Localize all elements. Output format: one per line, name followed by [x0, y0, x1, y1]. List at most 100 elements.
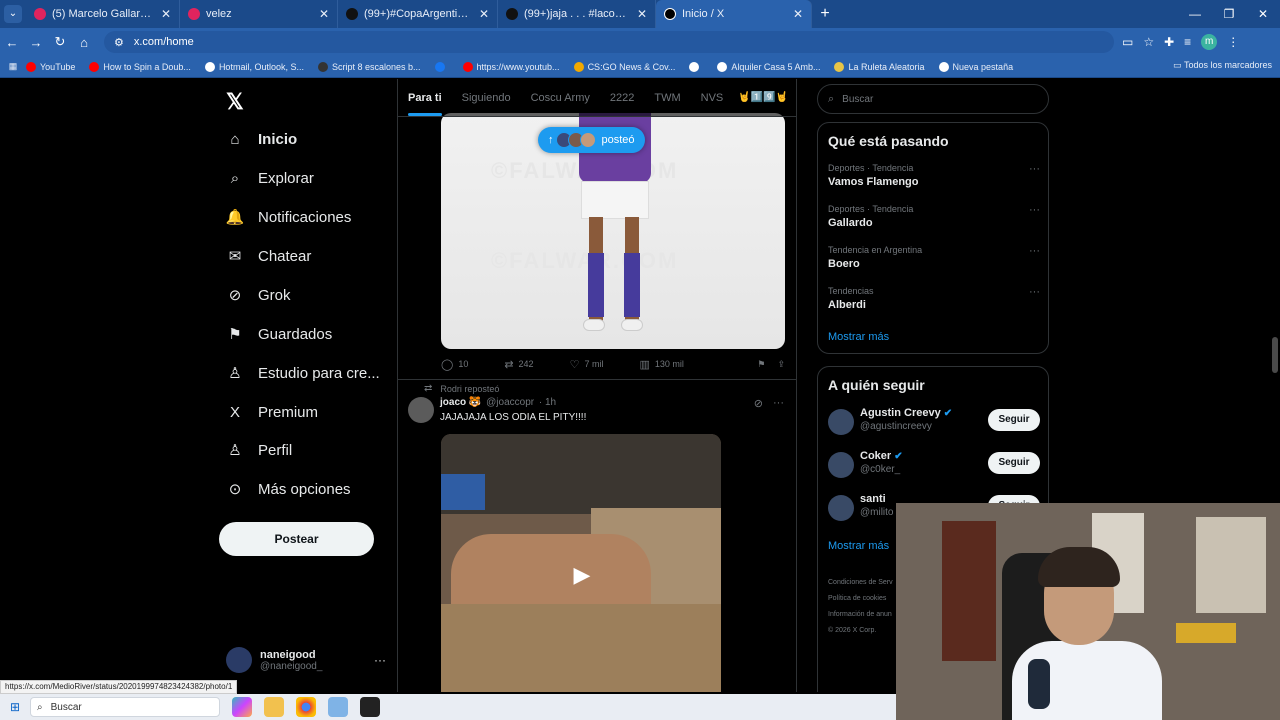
bookmark-item[interactable]: Hotmail, Outlook, S... [204, 61, 304, 72]
more-icon[interactable]: ··· [1029, 286, 1040, 298]
bookmark-item[interactable]: How to Spin a Doub... [89, 61, 191, 72]
new-tab-button[interactable]: + [812, 5, 838, 23]
footer-link[interactable]: Política de cookies [828, 591, 893, 607]
bookmark-item[interactable]: YouTube [26, 61, 75, 72]
tweet-author[interactable]: joaco 🐯 [440, 397, 481, 408]
follow-suggestion[interactable]: Agustin Creevy ✔ @agustincreevy Seguir [828, 407, 1040, 437]
new-posts-pill[interactable]: ↑ posteó [538, 127, 645, 153]
tweet-video[interactable]: ▶ [441, 434, 721, 692]
tweet-time[interactable]: · 1h [539, 397, 556, 408]
bookmark-item[interactable]: La Ruleta Aleatoria [834, 61, 925, 72]
more-icon[interactable]: ··· [374, 653, 386, 667]
bookmark-item[interactable]: Script 8 escalones b... [317, 61, 421, 72]
close-icon[interactable]: ✕ [793, 7, 803, 21]
url-field[interactable]: ⚙ x.com/home [104, 31, 1114, 53]
cast-icon[interactable]: ▭ [1122, 35, 1133, 49]
tweet-handle[interactable]: @joaccopr [486, 397, 534, 408]
site-info-icon[interactable]: ⚙ [114, 36, 124, 49]
avatar[interactable] [408, 397, 434, 423]
sidebar-item-guardados[interactable]: ⚑ Guardados [226, 319, 332, 349]
browser-tab[interactable]: (99+)jaja . . . #lacobra #lacobra ✕ [498, 0, 656, 28]
tab-siguiendo[interactable]: Siguiendo [452, 92, 521, 104]
browser-tab[interactable]: (99+)#CopaArgentina 2013 #Ju ✕ [338, 0, 498, 28]
account-switcher[interactable]: naneigood @naneigood_ ··· [226, 647, 386, 673]
media-icon[interactable]: ≡ [1184, 35, 1191, 49]
restore-icon[interactable]: ❐ [1212, 0, 1246, 28]
trending-show-more[interactable]: Mostrar más [828, 331, 889, 343]
follow-show-more[interactable]: Mostrar más [828, 540, 889, 552]
close-icon[interactable]: ✕ [161, 7, 171, 21]
forward-icon[interactable]: → [24, 35, 48, 50]
browser-tab[interactable]: velez ✕ [180, 0, 338, 28]
sidebar-item-grok[interactable]: ⊘ Grok [226, 280, 291, 310]
like-button[interactable]: ♡ 7 mil [570, 358, 604, 371]
repost-button[interactable]: ⇄ 242 [504, 358, 533, 371]
close-icon[interactable]: ✕ [479, 7, 489, 21]
bookmark-item[interactable]: Alquiler Casa 5 Amb... [717, 61, 820, 72]
more-icon[interactable]: ··· [1029, 204, 1040, 216]
more-icon[interactable]: ··· [773, 397, 784, 410]
tab-twm[interactable]: TWM [644, 92, 690, 104]
reply-button[interactable]: ◯ 10 [441, 358, 468, 371]
sidebar-item-estudio[interactable]: ♙ Estudio para cre... [226, 358, 379, 388]
sidebar-item-explorar[interactable]: ⌕ Explorar [226, 163, 314, 193]
follow-suggestion[interactable]: Coker ✔ @c0ker_ Seguir [828, 450, 1040, 480]
trend-item[interactable]: Tendencias Alberdi ··· [828, 286, 1040, 311]
browser-tab-active[interactable]: Inicio / X ✕ [656, 0, 812, 28]
footer-link[interactable]: Condiciones de Serv [828, 575, 893, 591]
tab-para-ti[interactable]: Para ti [398, 92, 452, 116]
grok-icon[interactable]: ⊘ [754, 397, 763, 410]
file-explorer-icon[interactable] [264, 697, 284, 717]
repost-context[interactable]: ⇄ Rodri reposteó [424, 383, 499, 394]
bookmark-item[interactable]: CS:GO News & Cov... [573, 61, 675, 72]
sidebar-item-chatear[interactable]: ✉ Chatear [226, 241, 312, 271]
star-icon[interactable]: ☆ [1143, 35, 1154, 49]
post-button[interactable]: Postear [219, 522, 374, 556]
x-logo-icon[interactable]: 𝕏 [226, 89, 244, 115]
extensions-icon[interactable]: ✚ [1164, 35, 1174, 49]
play-icon[interactable]: ▶ [569, 562, 595, 588]
tab-nvs[interactable]: NVS [691, 92, 734, 104]
footer-link[interactable]: Información de anun [828, 607, 893, 623]
tab-2222[interactable]: 2222 [600, 92, 644, 104]
app-icon[interactable] [360, 697, 380, 717]
sidebar-item-mas-opciones[interactable]: ⊙ Más opciones [226, 474, 351, 504]
home-icon[interactable]: ⌂ [72, 35, 96, 50]
back-icon[interactable]: ← [0, 35, 24, 50]
tab-emoji-list[interactable]: 🤘1️⃣9️⃣🤘 [738, 92, 788, 103]
close-icon[interactable]: ✕ [637, 7, 647, 21]
follow-button[interactable]: Seguir [988, 452, 1040, 474]
reload-icon[interactable]: ↻ [48, 34, 72, 50]
bookmark-item[interactable] [689, 61, 703, 72]
minimize-icon[interactable]: — [1178, 0, 1212, 28]
bookmark-item[interactable] [434, 61, 449, 72]
close-icon[interactable]: ✕ [319, 7, 329, 21]
trend-item[interactable]: Tendencia en Argentina Boero ··· [828, 245, 1040, 270]
search-input[interactable]: ⌕ Buscar [817, 84, 1049, 114]
app-icon[interactable] [328, 697, 348, 717]
tab-coscu-army[interactable]: Coscu Army [521, 92, 600, 104]
share-icon[interactable]: ⇪ [777, 359, 785, 370]
sidebar-item-notificaciones[interactable]: 🔔 Notificaciones [226, 202, 352, 232]
bookmark-icon[interactable]: ⚑ [757, 359, 765, 370]
tab-search-button[interactable]: ⌄ [0, 0, 26, 28]
more-icon[interactable]: ··· [1029, 245, 1040, 257]
views-button[interactable]: ▥ 130 mil [639, 358, 683, 371]
trend-item[interactable]: Deportes · Tendencia Vamos Flamengo ··· [828, 163, 1040, 188]
follow-button[interactable]: Seguir [988, 409, 1040, 431]
browser-tab[interactable]: (5) Marcelo Gallardo - Cierren l ✕ [26, 0, 180, 28]
bookmark-item[interactable]: Nueva pestaña [938, 61, 1013, 72]
all-bookmarks-button[interactable]: ▭ Todos los marcadores [1173, 60, 1272, 71]
close-window-icon[interactable]: ✕ [1246, 0, 1280, 28]
windows-start-icon[interactable]: ⊞ [0, 700, 30, 714]
sidebar-item-perfil[interactable]: ♙ Perfil [226, 435, 292, 465]
chrome-icon[interactable] [296, 697, 316, 717]
scrollbar-thumb[interactable] [1272, 337, 1278, 373]
apps-icon[interactable]: ▦ [0, 61, 26, 72]
sidebar-item-inicio[interactable]: ⌂ Inicio [226, 124, 297, 154]
trend-item[interactable]: Deportes · Tendencia Gallardo ··· [828, 204, 1040, 229]
kebab-menu-icon[interactable]: ⋮ [1227, 35, 1239, 49]
copilot-icon[interactable] [232, 697, 252, 717]
taskbar-search[interactable]: ⌕ Buscar [30, 697, 220, 717]
profile-avatar[interactable]: m [1201, 34, 1218, 50]
